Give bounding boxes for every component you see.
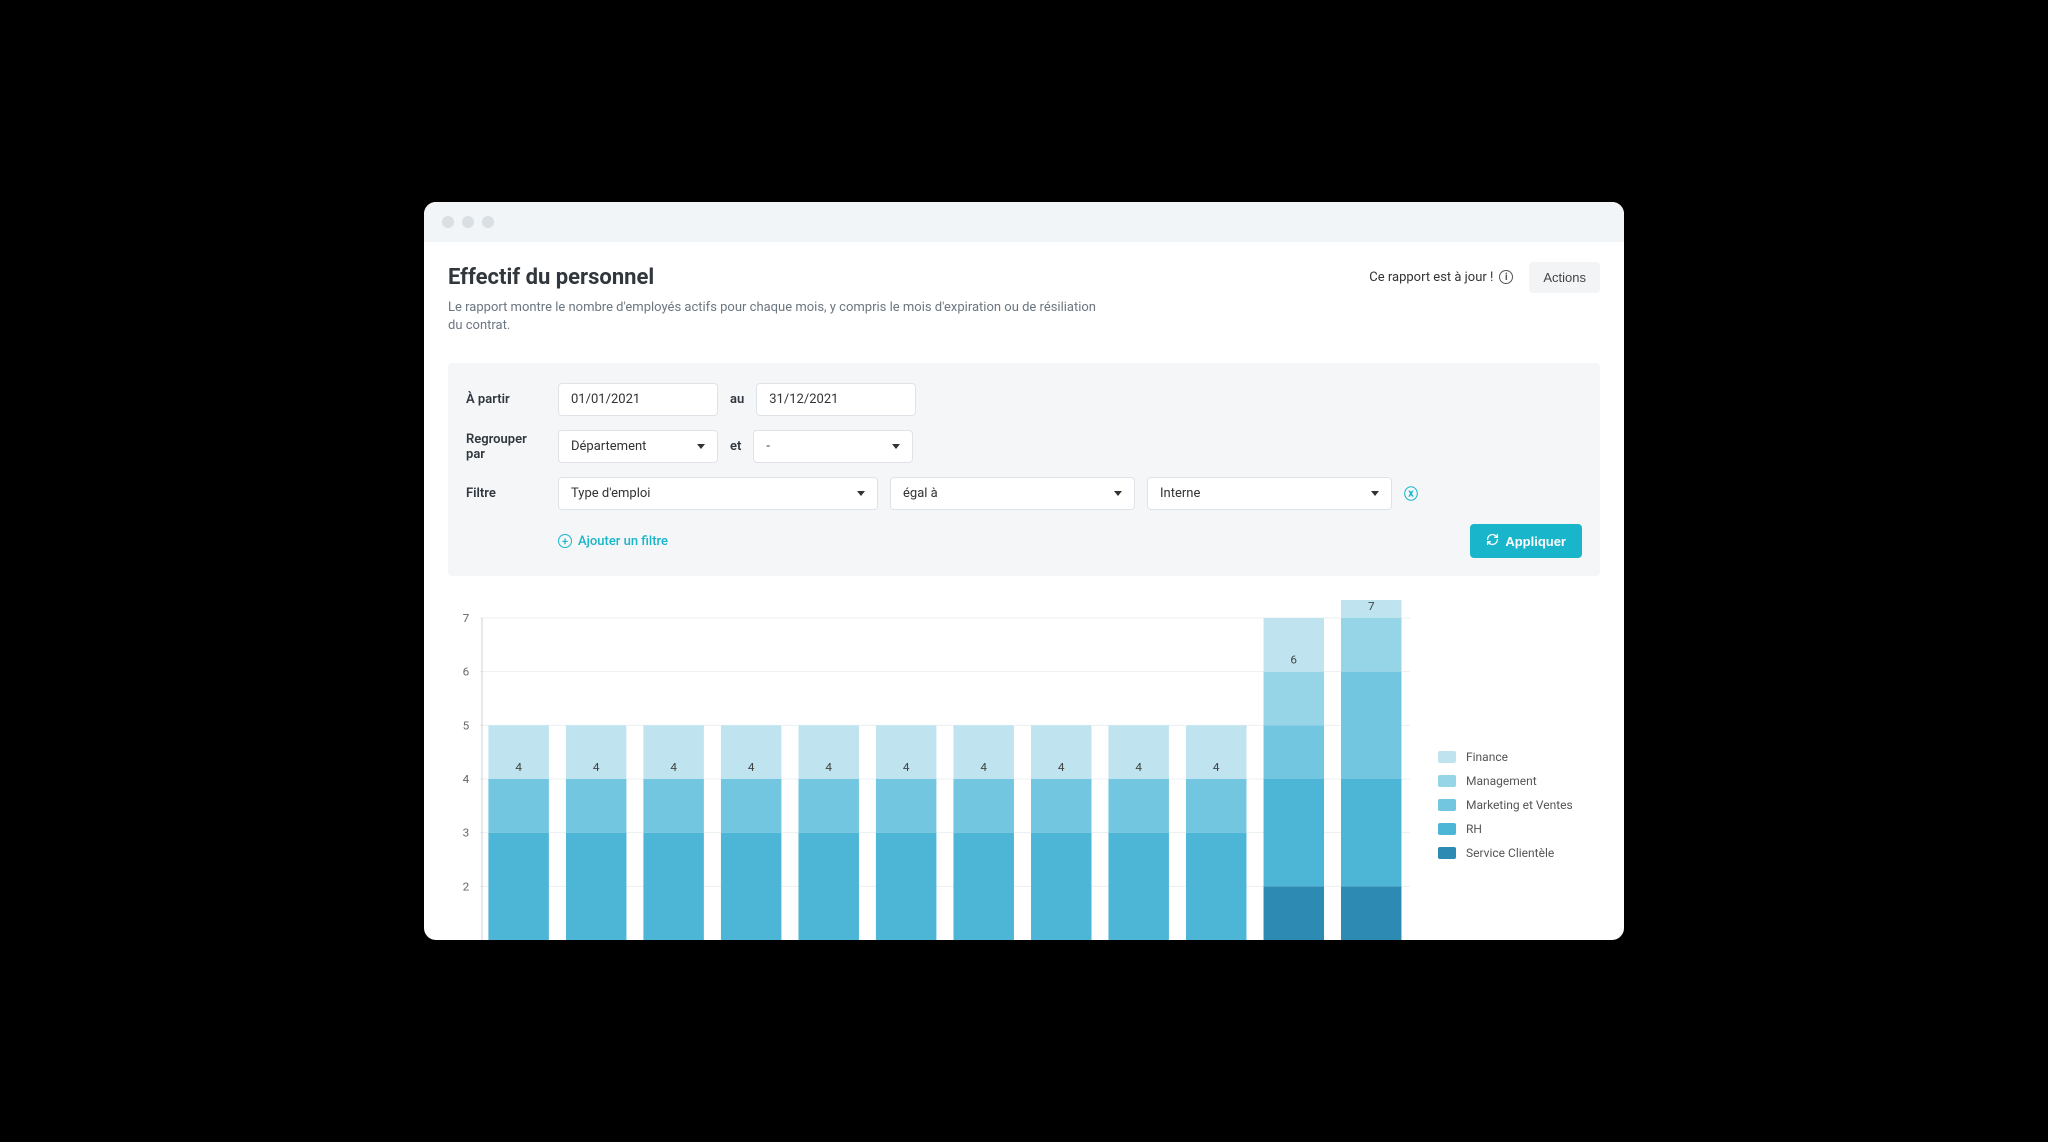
bar-segment[interactable] [1264,672,1324,726]
group-by-primary-select[interactable]: Département [558,430,718,463]
bar-segment[interactable] [1341,672,1401,779]
bar-total-label: 4 [825,761,832,775]
bar-segment[interactable] [953,833,1013,940]
legend-swatch-icon [1438,751,1456,763]
bar-segment[interactable] [643,779,703,833]
legend-item[interactable]: RH [1438,822,1598,836]
bar-segment[interactable] [798,833,858,940]
window-titlebar [424,202,1624,242]
window-dot-maximize-icon[interactable] [482,216,494,228]
bar-segment[interactable] [1341,779,1401,886]
remove-filter-icon[interactable]: ⓧ [1404,484,1418,504]
actions-button[interactable]: Actions [1529,262,1600,293]
bar-segment[interactable] [876,833,936,940]
bar-segment[interactable] [1264,725,1324,779]
bar-segment[interactable] [1341,618,1401,672]
bar-segment[interactable] [953,779,1013,833]
svg-text:4: 4 [463,773,470,787]
from-label: À partir [466,392,546,407]
legend-label: Management [1466,774,1537,788]
refresh-icon [1486,533,1499,549]
bar-segment[interactable] [721,779,781,833]
legend-label: Service Clientèle [1466,846,1554,860]
window-dot-close-icon[interactable] [442,216,454,228]
legend-label: Marketing et Ventes [1466,798,1573,812]
chart-legend: Finance Management Marketing et Ventes RH Se… [1438,600,1598,940]
legend-item[interactable]: Service Clientèle [1438,846,1598,860]
group-by-join: et [730,439,741,454]
bar-segment[interactable] [1031,833,1091,940]
filters-panel: À partir 01/01/2021 au 31/12/2021 Regrou… [448,363,1600,576]
filter-value-select[interactable]: Interne [1147,477,1392,510]
bar-segment[interactable] [488,833,548,940]
bar-total-label: 7 [1368,600,1375,613]
bar-segment[interactable] [1341,886,1401,940]
legend-item[interactable]: Finance [1438,750,1598,764]
headcount-chart: 2 3 4 5 6 7 4 4 4 4 4 4 4 4 4 4 6 7 [450,600,1410,940]
bar-segment[interactable] [876,779,936,833]
add-filter-link[interactable]: + Ajouter un filtre [558,534,668,549]
bar-segment[interactable] [1186,779,1246,833]
bar-segment[interactable] [1031,779,1091,833]
bar-total-label: 4 [903,761,910,775]
legend-label: RH [1466,822,1482,836]
svg-text:5: 5 [463,719,470,733]
bar-segment[interactable] [1264,886,1324,940]
window-dot-minimize-icon[interactable] [462,216,474,228]
app-window: Effectif du personnel Ce rapport est à j… [424,202,1624,940]
svg-text:7: 7 [463,612,470,626]
bar-segment[interactable] [798,779,858,833]
plus-circle-icon: + [558,534,572,548]
to-label: au [730,392,744,407]
filter-field-select[interactable]: Type d'emploi [558,477,878,510]
bar-total-label: 4 [1135,761,1142,775]
legend-swatch-icon [1438,799,1456,811]
bar-segment[interactable] [721,833,781,940]
svg-text:3: 3 [463,826,470,840]
bar-segment[interactable] [1108,779,1168,833]
group-by-label: Regrouper par [466,432,546,462]
bar-segment[interactable] [488,779,548,833]
legend-item[interactable]: Management [1438,774,1598,788]
bar-segment[interactable] [566,833,626,940]
svg-text:2: 2 [463,880,470,894]
bar-segment[interactable] [643,833,703,940]
bar-segment[interactable] [1108,833,1168,940]
legend-label: Finance [1466,750,1508,764]
filter-operator-select[interactable]: égal à [890,477,1135,510]
bar-total-label: 4 [980,761,987,775]
filter-label: Filtre [466,486,546,501]
bar-total-label: 4 [1058,761,1065,775]
legend-swatch-icon [1438,823,1456,835]
bar-total-label: 4 [515,761,522,775]
group-by-secondary-select[interactable]: - [753,430,913,463]
bar-segment[interactable] [1186,833,1246,940]
date-from-input[interactable]: 01/01/2021 [558,383,718,416]
apply-button[interactable]: Appliquer [1470,524,1582,558]
bar-segment[interactable] [1264,779,1324,886]
bar-segment[interactable] [566,779,626,833]
legend-item[interactable]: Marketing et Ventes [1438,798,1598,812]
bar-total-label: 6 [1290,653,1297,667]
legend-swatch-icon [1438,775,1456,787]
page-subtitle: Le rapport montre le nombre d'employés a… [448,299,1098,335]
date-to-input[interactable]: 31/12/2021 [756,383,916,416]
report-status: Ce rapport est à jour ! i [1369,270,1513,285]
legend-swatch-icon [1438,847,1456,859]
svg-text:6: 6 [463,665,470,679]
bar-total-label: 4 [593,761,600,775]
bar-total-label: 4 [748,761,755,775]
info-icon[interactable]: i [1499,270,1513,284]
bar-total-label: 4 [670,761,677,775]
bar-total-label: 4 [1213,761,1220,775]
page-title: Effectif du personnel [448,265,654,290]
